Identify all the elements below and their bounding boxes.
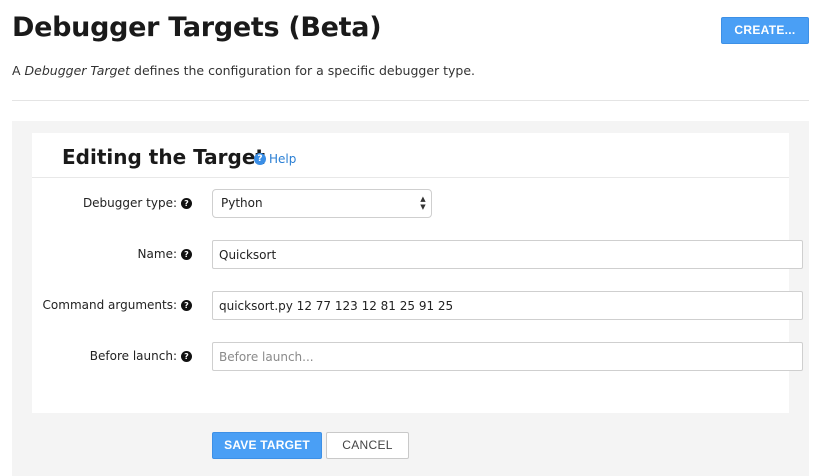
command-arguments-row: Command arguments: ?	[32, 291, 803, 321]
intro-suffix: defines the configuration for a specific…	[130, 63, 476, 78]
command-arguments-input[interactable]	[212, 291, 803, 320]
before-launch-row: Before launch: ?	[32, 342, 803, 372]
command-arguments-label: Command arguments: ?	[43, 298, 192, 312]
help-link[interactable]: ? Help	[254, 152, 296, 166]
create-button[interactable]: CREATE...	[721, 17, 809, 44]
name-row: Name: ?	[32, 240, 803, 270]
debugger-type-row: Debugger type: ? Python ▲ ▼	[32, 189, 789, 219]
question-circle-icon: ?	[254, 153, 266, 165]
save-target-button[interactable]: SAVE TARGET	[212, 432, 322, 459]
name-label-text: Name:	[137, 247, 177, 261]
panel-title: Editing the Target	[62, 145, 265, 169]
name-input[interactable]	[212, 240, 803, 269]
name-label: Name: ?	[138, 247, 192, 261]
help-label: Help	[269, 152, 297, 166]
edit-target-panel: Editing the Target ? Help Debugger type:…	[12, 121, 809, 476]
target-form: Debugger type: ? Python ▲▼ Name: ? Comma…	[32, 178, 803, 413]
question-circle-icon[interactable]: ?	[181, 350, 192, 362]
question-circle-icon[interactable]: ?	[181, 299, 192, 311]
intro-prefix: A	[12, 63, 25, 78]
debugger-type-label: Debugger type: ?	[83, 196, 192, 210]
page-description: A Debugger Target defines the configurat…	[12, 63, 475, 78]
form-footer: SAVE TARGET CANCEL	[32, 413, 789, 476]
question-circle-icon[interactable]: ?	[181, 197, 192, 209]
debugger-type-select[interactable]: Python ▲ ▼	[212, 189, 432, 218]
cancel-button[interactable]: CANCEL	[326, 432, 409, 459]
command-arguments-label-text: Command arguments:	[42, 298, 177, 312]
page-title: Debugger Targets (Beta)	[12, 12, 382, 43]
intro-emphasis: Debugger Target	[24, 63, 131, 78]
debugger-type-label-text: Debugger type:	[82, 196, 177, 210]
select-arrows-icon: ▲ ▼	[420, 195, 426, 211]
before-launch-label: Before launch: ?	[90, 349, 192, 363]
question-circle-icon[interactable]: ?	[181, 248, 192, 260]
header-divider	[12, 100, 809, 101]
before-launch-label-text: Before launch:	[89, 349, 177, 363]
before-launch-input[interactable]	[212, 342, 803, 371]
panel-header: Editing the Target ? Help	[32, 133, 789, 178]
debugger-type-value: Python	[221, 196, 263, 210]
